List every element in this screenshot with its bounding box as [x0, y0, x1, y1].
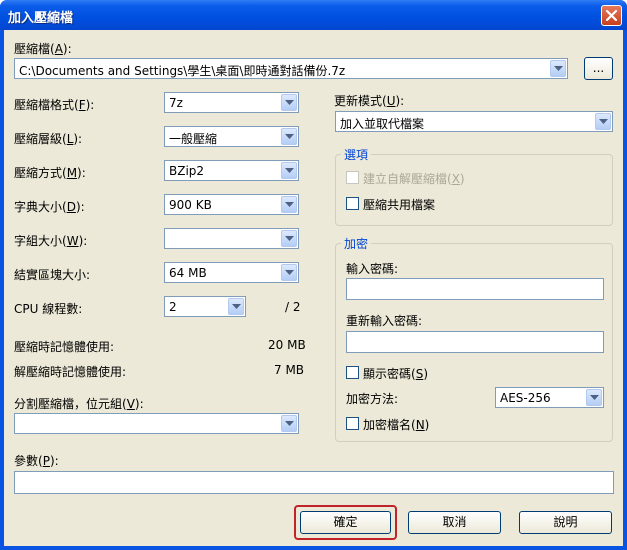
dict-label: 字典大小(D): — [14, 200, 85, 214]
dict-value: 900 KB — [169, 198, 212, 212]
method-value: BZip2 — [169, 164, 205, 178]
mem-comp-label: 壓縮時記憶體使用: — [14, 340, 115, 354]
format-value: 7z — [169, 96, 183, 110]
method-label: 壓縮方式(M): — [14, 166, 86, 180]
level-value: 一般壓縮 — [169, 132, 218, 146]
enc-method-label: 加密方法: — [346, 392, 399, 406]
solid-value: 64 MB — [169, 266, 207, 280]
title-bar[interactable]: 加入壓縮檔 — [0, 0, 627, 30]
archive-path-value: C:\Documents and Settings\學生\桌面\即時通對話備份.… — [19, 64, 346, 78]
split-dropdown[interactable] — [281, 415, 297, 432]
format-label: 壓縮檔格式(F): — [14, 98, 95, 112]
update-combo[interactable]: 加入並取代檔案 — [335, 111, 613, 132]
close-icon — [605, 9, 618, 22]
sfx-label: 建立自解壓縮檔(X) — [363, 172, 465, 186]
encryption-group: 加密 輸入密碼: 重新輸入密碼: 顯示密碼(S) 加密方法: AES-256 加… — [335, 235, 613, 442]
encrypt-names-checkbox[interactable] — [346, 417, 359, 430]
split-label: 分割壓縮檔，位元組(V): — [14, 397, 144, 411]
cancel-button[interactable]: 取消 — [408, 511, 501, 534]
word-label: 字組大小(W): — [14, 234, 88, 248]
update-label: 更新模式(U): — [334, 94, 405, 108]
split-combo[interactable] — [14, 413, 299, 434]
close-button[interactable] — [601, 5, 622, 26]
archive-path-combo[interactable]: C:\Documents and Settings\學生\桌面\即時通對話備份.… — [14, 58, 568, 79]
chevron-down-icon — [554, 65, 563, 71]
mem-decomp-label: 解壓縮時記憶體使用: — [14, 365, 127, 379]
update-value: 加入並取代檔案 — [340, 117, 425, 131]
dialog-window: 加入壓縮檔 壓縮檔(A): C:\Documents and Settings\… — [0, 0, 627, 550]
password-label: 輸入密碼: — [346, 262, 399, 276]
browse-button[interactable]: ... — [584, 57, 613, 80]
chevron-down-icon — [599, 118, 608, 124]
level-combo[interactable]: 一般壓縮 — [164, 126, 299, 147]
chevron-down-icon — [285, 420, 294, 426]
params-label: 參數(P): — [14, 454, 59, 468]
shared-checkbox[interactable] — [346, 197, 359, 210]
word-combo[interactable] — [164, 228, 299, 249]
reenter-input[interactable] — [346, 331, 604, 353]
reenter-label: 重新輸入密碼: — [346, 314, 423, 328]
password-input[interactable] — [346, 278, 604, 300]
threads-combo[interactable]: 2 — [164, 296, 246, 317]
solid-combo[interactable]: 64 MB — [164, 262, 299, 283]
options-title: 選項 — [341, 146, 372, 163]
threads-max: / 2 — [285, 300, 301, 314]
dialog-body: 壓縮檔(A): C:\Documents and Settings\學生\桌面\… — [4, 30, 623, 546]
format-dropdown[interactable] — [281, 94, 297, 111]
word-dropdown[interactable] — [281, 230, 297, 247]
solid-dropdown[interactable] — [281, 264, 297, 281]
update-dropdown[interactable] — [595, 113, 611, 130]
solid-label: 結實區塊大小: — [14, 268, 91, 282]
help-button[interactable]: 說明 — [519, 511, 612, 534]
encryption-title: 加密 — [341, 235, 372, 252]
chevron-down-icon — [285, 99, 294, 105]
enc-method-combo[interactable]: AES-256 — [495, 387, 604, 408]
archive-label: 壓縮檔(A): — [14, 42, 72, 56]
method-combo[interactable]: BZip2 — [164, 160, 299, 181]
chevron-down-icon — [590, 394, 599, 400]
sfx-checkbox[interactable] — [346, 171, 359, 184]
dict-dropdown[interactable] — [281, 196, 297, 213]
chevron-down-icon — [285, 269, 294, 275]
method-dropdown[interactable] — [281, 162, 297, 179]
chevron-down-icon — [285, 201, 294, 207]
chevron-down-icon — [285, 133, 294, 139]
options-group: 選項 建立自解壓縮檔(X) 壓縮共用檔案 — [335, 146, 613, 226]
shared-label: 壓縮共用檔案 — [363, 198, 436, 212]
dict-combo[interactable]: 900 KB — [164, 194, 299, 215]
threads-dropdown[interactable] — [228, 298, 244, 315]
window-title: 加入壓縮檔 — [8, 11, 74, 26]
level-dropdown[interactable] — [281, 128, 297, 145]
params-input[interactable] — [14, 471, 614, 494]
show-password-label: 顯示密碼(S) — [363, 367, 428, 381]
enc-method-value: AES-256 — [500, 391, 551, 405]
mem-decomp-value: 7 MB — [274, 363, 305, 377]
archive-path-dropdown[interactable] — [550, 60, 566, 77]
chevron-down-icon — [285, 235, 294, 241]
chevron-down-icon — [232, 303, 241, 309]
show-password-checkbox[interactable] — [346, 366, 359, 379]
mem-comp-value: 20 MB — [268, 338, 306, 352]
threads-value: 2 — [169, 300, 177, 314]
chevron-down-icon — [285, 167, 294, 173]
encrypt-names-label: 加密檔名(N) — [363, 418, 430, 432]
enc-method-dropdown[interactable] — [586, 389, 602, 406]
level-label: 壓縮層級(L): — [14, 132, 83, 146]
ok-button[interactable]: 確定 — [300, 511, 391, 534]
format-combo[interactable]: 7z — [164, 92, 299, 113]
threads-label: CPU 線程數: — [14, 302, 83, 316]
